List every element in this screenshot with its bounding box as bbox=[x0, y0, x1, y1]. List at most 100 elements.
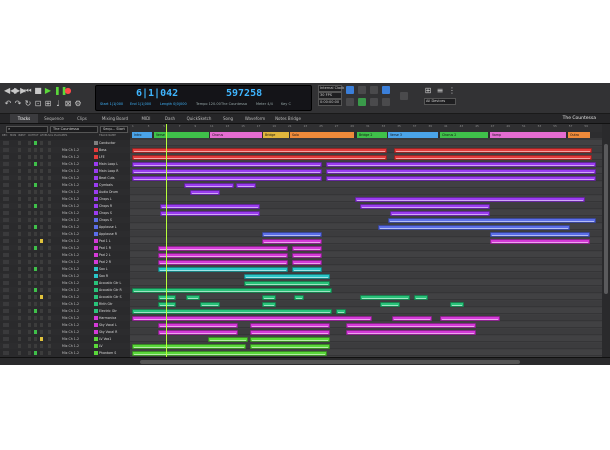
play-button[interactable]: ▶ bbox=[44, 87, 52, 95]
track-header[interactable]: Mix Ch 1-2 Sax R bbox=[0, 273, 130, 279]
track-header[interactable]: Mix Ch 1-2 Chops R bbox=[0, 203, 130, 209]
vertical-scroll-thumb[interactable] bbox=[604, 144, 608, 294]
solo-button[interactable] bbox=[40, 155, 43, 159]
input-led[interactable] bbox=[28, 295, 31, 299]
track-name[interactable]: Bass bbox=[99, 147, 106, 153]
back-to-start-icon[interactable]: ⏮ bbox=[24, 87, 32, 95]
tab-clips[interactable]: Clips bbox=[70, 114, 94, 123]
region[interactable] bbox=[200, 302, 220, 307]
region[interactable] bbox=[490, 239, 590, 244]
track-name[interactable]: Pad 2 L bbox=[99, 252, 111, 258]
track-header[interactable]: Mix Ch 1-2 Harmonica bbox=[0, 315, 130, 321]
level-meter[interactable] bbox=[34, 323, 37, 327]
playhead[interactable] bbox=[166, 124, 167, 357]
record-enable-button[interactable] bbox=[3, 169, 9, 173]
level-meter[interactable] bbox=[34, 351, 37, 355]
play-button-small[interactable] bbox=[48, 190, 51, 194]
record-enable-button[interactable] bbox=[3, 155, 9, 159]
play-button-small[interactable] bbox=[48, 211, 51, 215]
solo-button[interactable] bbox=[40, 204, 43, 208]
solo-button[interactable] bbox=[40, 183, 43, 187]
region[interactable] bbox=[158, 253, 288, 258]
record-enable-button[interactable] bbox=[3, 295, 9, 299]
arrange-view[interactable]: 1 3 5 7 9 11 13 15 17 19 21 23 25 27 29 31 33 35 37 39 41 43 4… bbox=[130, 124, 602, 357]
horizontal-scrollbar[interactable] bbox=[0, 357, 610, 365]
record-enable-button[interactable] bbox=[3, 302, 9, 306]
play-button-small[interactable] bbox=[48, 162, 51, 166]
track-name[interactable]: LV Vox1 bbox=[99, 336, 111, 342]
level-meter[interactable] bbox=[34, 330, 37, 334]
track-name[interactable]: Audio Drum bbox=[99, 189, 118, 195]
region[interactable] bbox=[394, 148, 592, 153]
search-input[interactable]: ⌕ bbox=[6, 126, 48, 133]
region[interactable] bbox=[250, 323, 330, 328]
play-button-small[interactable] bbox=[48, 274, 51, 278]
region[interactable] bbox=[262, 302, 276, 307]
track-name[interactable]: Sky Vocal R bbox=[99, 329, 117, 335]
solo-button[interactable] bbox=[40, 169, 43, 173]
stop-button[interactable]: ■ bbox=[34, 87, 42, 95]
input-led[interactable] bbox=[28, 281, 31, 285]
track-name[interactable]: Main Loop L bbox=[99, 161, 118, 167]
level-meter[interactable] bbox=[34, 295, 37, 299]
tempo-readout[interactable]: Tempo 120.00 bbox=[196, 102, 221, 106]
track-header[interactable]: Mix Ch 1-2 Sky Vocal R bbox=[0, 329, 130, 335]
level-meter[interactable] bbox=[34, 267, 37, 271]
input-led[interactable] bbox=[28, 225, 31, 229]
input-led[interactable] bbox=[28, 232, 31, 236]
solo-button[interactable] bbox=[40, 197, 43, 201]
track-output[interactable]: Mix Ch 1-2 bbox=[62, 217, 79, 223]
snap-tool-icon[interactable] bbox=[358, 98, 366, 106]
input-led[interactable] bbox=[28, 204, 31, 208]
track-name[interactable]: Electric Gtr bbox=[99, 308, 117, 314]
monitor-button[interactable] bbox=[18, 295, 21, 299]
level-meter[interactable] bbox=[34, 344, 37, 348]
monitor-button[interactable] bbox=[18, 183, 21, 187]
region[interactable] bbox=[360, 204, 490, 209]
track-output[interactable]: Mix Ch 1-2 bbox=[62, 336, 79, 342]
pause-button[interactable]: ❚❚ bbox=[54, 87, 67, 95]
level-meter[interactable] bbox=[34, 337, 37, 341]
play-button-small[interactable] bbox=[48, 330, 51, 334]
loop-icon[interactable]: ↻ bbox=[24, 100, 32, 108]
settings-icon[interactable]: ⚙ bbox=[74, 100, 82, 108]
track-output[interactable]: Mix Ch 1-2 bbox=[62, 245, 79, 251]
tab-tracks[interactable]: Tracks bbox=[10, 114, 38, 123]
countoff-icon[interactable]: ⊠ bbox=[64, 100, 72, 108]
track-header[interactable]: Mix Ch 1-2 Pad 2 R bbox=[0, 259, 130, 265]
pencil-tool-icon[interactable] bbox=[358, 86, 366, 94]
track-lane[interactable] bbox=[130, 280, 602, 286]
track-output[interactable]: Mix Ch 1-2 bbox=[62, 147, 79, 153]
input-led[interactable] bbox=[28, 337, 31, 341]
offset-field[interactable]: 0:00:00:00 bbox=[318, 99, 342, 106]
record-enable-button[interactable] bbox=[3, 316, 9, 320]
track-header[interactable]: Mix Ch 1-2 Acoustic Gtr L bbox=[0, 280, 130, 286]
marker[interactable]: Chorus 2 bbox=[440, 132, 488, 138]
record-enable-button[interactable] bbox=[3, 225, 9, 229]
view-list-icon[interactable]: ≡ bbox=[436, 87, 444, 95]
region[interactable] bbox=[158, 323, 238, 328]
marker[interactable]: Chorus bbox=[210, 132, 262, 138]
input-led[interactable] bbox=[28, 148, 31, 152]
input-led[interactable] bbox=[28, 162, 31, 166]
monitor-button[interactable] bbox=[18, 323, 21, 327]
region[interactable] bbox=[158, 330, 238, 335]
region[interactable] bbox=[132, 316, 372, 321]
level-meter[interactable] bbox=[34, 274, 37, 278]
play-button-small[interactable] bbox=[48, 148, 51, 152]
region[interactable] bbox=[360, 295, 410, 300]
monitor-button[interactable] bbox=[18, 141, 21, 145]
record-enable-button[interactable] bbox=[3, 197, 9, 201]
track-output[interactable]: Mix Ch 1-2 bbox=[62, 287, 79, 293]
region[interactable] bbox=[250, 330, 330, 335]
wand-tool-icon[interactable] bbox=[382, 98, 390, 106]
tab-midi[interactable]: MIDI bbox=[136, 114, 156, 123]
record-enable-button[interactable] bbox=[3, 288, 9, 292]
input-led[interactable] bbox=[28, 316, 31, 320]
record-enable-button[interactable] bbox=[3, 253, 9, 257]
view-sliders-icon[interactable]: ⋮ bbox=[448, 87, 456, 95]
track-header[interactable]: Mix Ch 1-2 Phantom S bbox=[0, 350, 130, 356]
track-output[interactable]: Mix Ch 1-2 bbox=[62, 175, 79, 181]
play-button-small[interactable] bbox=[48, 176, 51, 180]
region[interactable] bbox=[158, 260, 288, 265]
